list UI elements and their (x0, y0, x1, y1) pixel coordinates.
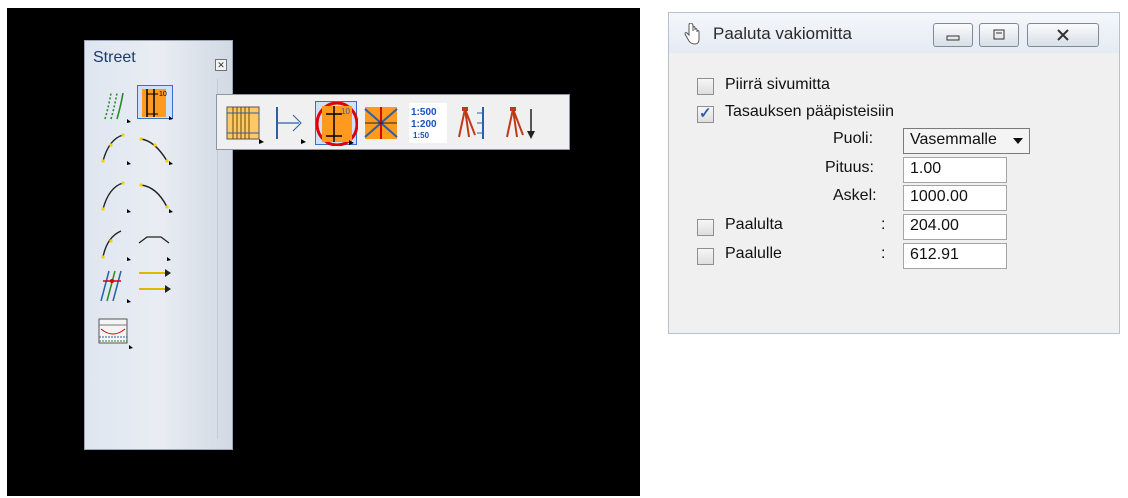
draw-side-checkbox[interactable] (697, 78, 714, 95)
to-station-checkbox[interactable] (697, 248, 714, 265)
hand-pointer-icon (683, 22, 701, 45)
survey-stake-tool-icon[interactable] (453, 101, 495, 145)
svg-text:1:500: 1:500 (411, 107, 437, 118)
parallel-lines-tool-icon[interactable] (97, 89, 133, 123)
curve-tool-4-icon[interactable] (137, 179, 173, 213)
minimize-button[interactable] (933, 23, 973, 47)
maximize-button[interactable] (979, 23, 1019, 47)
dialog-body: Piirrä sivumitta ✓ Tasauksen pääpisteisi… (683, 57, 1105, 327)
length-label: Pituus: (825, 159, 874, 176)
side-dropdown[interactable]: Vasemmalle (903, 128, 1030, 154)
align-main-checkbox[interactable]: ✓ (697, 105, 714, 123)
palette-close-icon[interactable]: ✕ (215, 59, 227, 71)
step-label: Askel: (833, 187, 877, 204)
step-field[interactable]: 1000.00 (903, 185, 1007, 211)
stationing-flyout-toolbar: 10 1:500 1:200 1:50 (216, 94, 570, 150)
side-label: Puoli: (833, 130, 874, 147)
length-field[interactable]: 1.00 (903, 157, 1007, 183)
to-station-field[interactable]: 612.91 (903, 243, 1007, 269)
close-button[interactable] (1027, 23, 1099, 47)
chevron-down-icon (1013, 138, 1023, 144)
curve-tool-2-icon[interactable] (137, 131, 173, 165)
cross-section-tool-icon[interactable] (97, 315, 133, 349)
svg-text:10: 10 (159, 91, 167, 98)
side-dropdown-value: Vasemmalle (910, 131, 997, 148)
palette-title: Street (93, 49, 136, 66)
from-station-label: Paalulta (725, 216, 783, 233)
dialog-title: Paaluta vakiomitta (713, 24, 852, 43)
scale-tool-icon[interactable]: 1:500 1:200 1:50 (407, 101, 449, 145)
offset-tool-icon[interactable] (269, 101, 311, 145)
survey-point-tool-icon[interactable] (499, 101, 541, 145)
palette-tool-grid: 10 (97, 79, 218, 439)
profile-tool-icon[interactable] (137, 227, 173, 261)
standard-station-tool-icon[interactable]: 10 (315, 101, 358, 146)
arrows-tool-icon[interactable] (137, 263, 173, 297)
from-station-field[interactable]: 204.00 (903, 214, 1007, 240)
from-station-checkbox[interactable] (697, 219, 714, 236)
svg-text:1:50: 1:50 (413, 131, 430, 140)
draw-side-label: Piirrä sivumitta (725, 76, 830, 93)
cross-station-tool-icon[interactable] (361, 101, 403, 145)
svg-text:10: 10 (341, 107, 350, 116)
to-station-label: Paalulle (725, 245, 782, 262)
svg-text:1:200: 1:200 (411, 119, 437, 130)
curve-tool-5-icon[interactable] (97, 227, 133, 261)
curve-tool-3-icon[interactable] (97, 179, 133, 213)
curve-tool-1-icon[interactable] (97, 131, 133, 165)
standard-station-dialog: Paaluta vakiomitta Piirrä sivumitta ✓ Ta… (668, 12, 1120, 334)
from-station-colon: : (881, 216, 886, 233)
station-grid-tool-icon[interactable] (223, 101, 265, 145)
align-main-label: Tasauksen pääpisteisiin (725, 103, 894, 120)
to-station-colon: : (881, 245, 886, 262)
dialog-titlebar[interactable]: Paaluta vakiomitta (669, 13, 1119, 53)
checkmark-icon: ✓ (699, 105, 712, 122)
lanes-tool-icon[interactable] (97, 269, 133, 303)
stationing-tool-icon[interactable]: 10 (137, 85, 173, 120)
street-palette: Street ✕ 10 (84, 40, 233, 450)
